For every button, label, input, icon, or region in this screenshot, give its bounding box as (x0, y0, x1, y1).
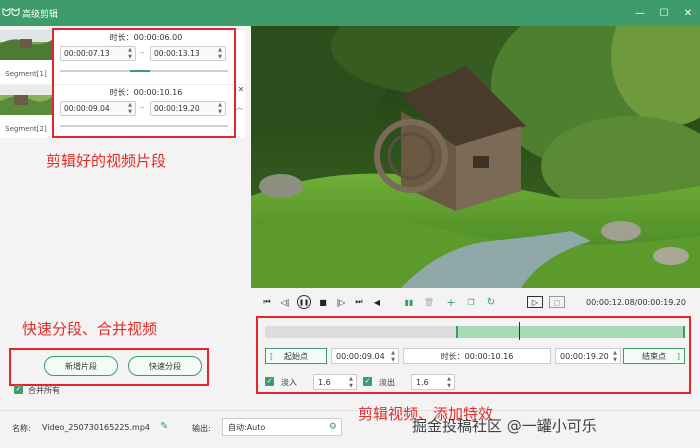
clip-duration: 时长：00:00:10.16 (403, 348, 551, 364)
set-end-button[interactable]: 结束点 ] (623, 348, 685, 364)
title-bar: ᗢᗢ 高级剪辑 — ☐ ✕ (0, 0, 700, 26)
clip-start-field[interactable]: 00:00:09.04 ▲ ▼ (331, 348, 399, 364)
output-label: 输出: (192, 424, 211, 433)
skip-to-start-icon[interactable]: ⏮ (261, 296, 273, 308)
gear-icon[interactable]: ⚙ (329, 422, 337, 432)
bottom-bar: 名称: Video_250730165225.mp4 ✎ 输出: 自动:Auto… (0, 405, 700, 448)
volume-icon[interactable]: ◀ (371, 296, 383, 308)
window-title: 高级剪辑 (22, 9, 59, 20)
spinner-icon[interactable]: ▲ ▼ (613, 350, 617, 363)
split-icon[interactable]: ▮▮ (403, 296, 415, 308)
annotation-text: 快速分段、合并视频 (22, 320, 158, 338)
segment-thumbnail (0, 85, 52, 115)
playback-timecode: 00:00:12.08/00:00:19.20 (586, 298, 686, 307)
spinner-icon[interactable]: ▲ ▼ (391, 350, 395, 363)
name-label: 名称: (12, 424, 31, 433)
output-path-field[interactable]: 自动:Auto ⚙ (222, 418, 342, 436)
timeline-selection[interactable] (456, 326, 685, 338)
chevron-up-icon[interactable]: ︿ (236, 102, 243, 112)
merge-all-label: 合并所有 (28, 386, 60, 395)
annotation-box (52, 28, 236, 138)
segment-panel: Segment[1] 时长：00:00:06.00 00:00:07.13 ▲ ▼… (0, 26, 250, 410)
fade-out-checkbox[interactable]: ✓ (363, 377, 372, 386)
merge-all-checkbox[interactable]: ✓ (14, 385, 23, 394)
new-segment-button[interactable]: 新增片段 (44, 356, 118, 376)
spinner-icon[interactable]: ▲ ▼ (349, 376, 353, 389)
remove-segment-icon[interactable]: ✕ (235, 86, 247, 94)
pause-icon[interactable]: ❚❚ (297, 295, 311, 309)
stop-icon[interactable]: ■ (317, 296, 329, 308)
step-back-icon[interactable]: ◁| (279, 296, 291, 308)
spinner-icon[interactable]: ▲ ▼ (447, 376, 451, 389)
fade-out-field[interactable]: 1.6 ▲ ▼ (411, 374, 455, 390)
fade-in-label: 淡入 (281, 378, 297, 387)
editor-controls: ⏮ ◁| ❚❚ ■ |▷ ⏭ ◀ ▮▮ 🗑 + ❐ ↻ ▷ ◻ 00:00:12… (251, 288, 700, 410)
copy-icon[interactable]: ❐ (465, 296, 477, 308)
mark-in-icon[interactable]: ▷ (527, 296, 543, 308)
annotation-text: 剪辑好的视频片段 (46, 152, 167, 170)
video-preview[interactable] (251, 26, 700, 288)
fade-out-label: 淡出 (379, 378, 395, 387)
timeline-track[interactable] (265, 322, 685, 340)
segment-label: Segment[2] (5, 125, 47, 133)
video-frame-image (251, 26, 700, 288)
bracket-left-icon: [ (270, 351, 274, 361)
fade-in-value: 1.6 (318, 377, 331, 387)
delete-icon[interactable]: 🗑 (423, 296, 435, 308)
set-start-label: 起始点 (284, 351, 308, 361)
set-start-button[interactable]: [ 起始点 (265, 348, 327, 364)
skip-to-end-icon[interactable]: ⏭ (353, 296, 365, 308)
clip-end-value: 00:00:19.20 (560, 351, 609, 361)
app-logo-icon: ᗢᗢ (1, 6, 21, 19)
mark-out-icon[interactable]: ◻ (549, 296, 565, 308)
watermark-text: 掘金投稿社区 @一罐小可乐 (412, 417, 597, 435)
segment-thumbnail (0, 30, 52, 60)
maximize-button[interactable]: ☐ (652, 0, 676, 26)
edit-name-icon[interactable]: ✎ (160, 421, 168, 432)
fade-in-checkbox[interactable]: ✓ (265, 377, 274, 386)
fade-in-field[interactable]: 1.6 ▲ ▼ (313, 374, 357, 390)
timeline-playhead[interactable] (519, 322, 520, 340)
clip-end-field[interactable]: 00:00:19.20 ▲ ▼ (555, 348, 621, 364)
minimize-button[interactable]: — (628, 0, 652, 26)
output-path-value: 自动:Auto (228, 422, 266, 432)
output-filename: Video_250730165225.mp4 (42, 423, 150, 432)
add-icon[interactable]: + (445, 296, 457, 309)
fade-out-value: 1.6 (416, 377, 429, 387)
clip-start-value: 00:00:09.04 (336, 351, 385, 361)
set-end-label: 结束点 (642, 351, 666, 361)
step-forward-icon[interactable]: |▷ (335, 296, 347, 308)
close-window-button[interactable]: ✕ (676, 0, 700, 26)
bracket-right-icon: ] (676, 351, 680, 361)
quick-split-button[interactable]: 快速分段 (128, 356, 202, 376)
reset-icon[interactable]: ↻ (485, 296, 497, 308)
segment-label: Segment[1] (5, 70, 47, 78)
